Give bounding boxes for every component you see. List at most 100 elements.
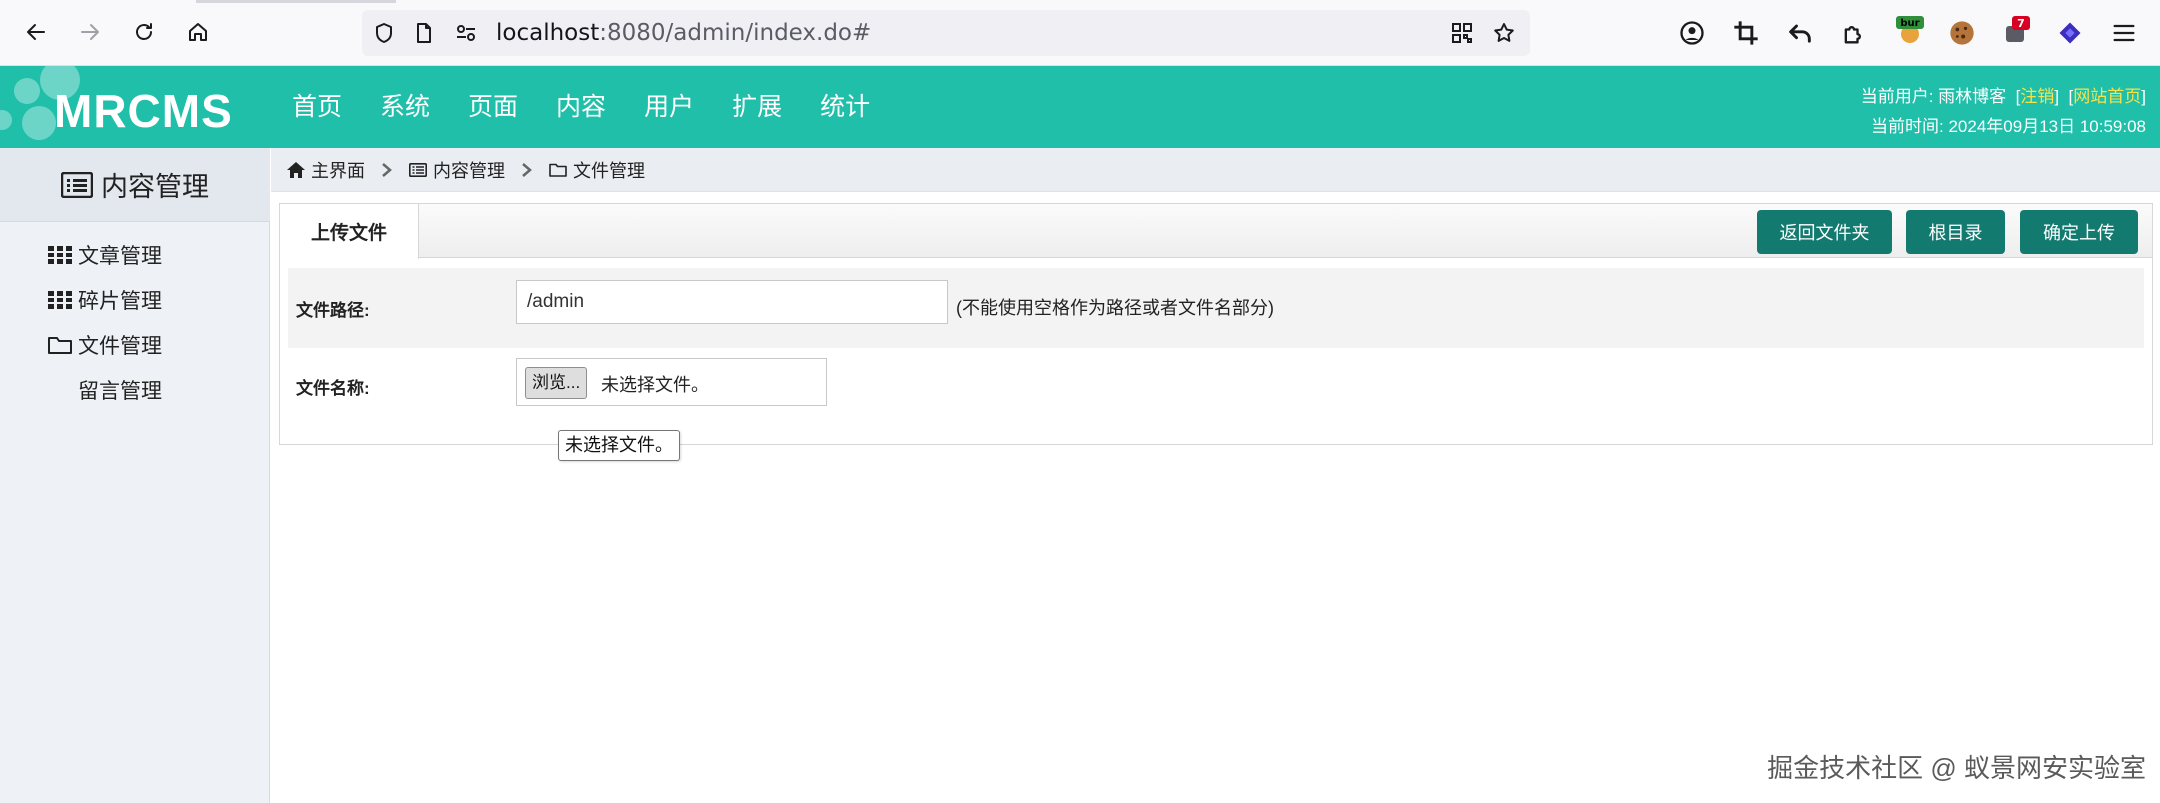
burp-extension-button[interactable]: bur (1894, 14, 1926, 46)
nav-item-stats[interactable]: 统计 (820, 66, 870, 148)
file-path-label: 文件路径: (296, 301, 370, 320)
nav-item-content[interactable]: 内容 (556, 66, 606, 148)
notification-badge: 7 (2017, 17, 2025, 30)
browse-button[interactable]: 浏览... (525, 367, 588, 399)
nav-item-pages[interactable]: 页面 (468, 66, 518, 148)
layers-extension-button[interactable] (2054, 17, 2086, 49)
browser-toolbar: localhost:8080/admin/index.do# bur 7 (0, 0, 2160, 66)
file-name-label: 文件名称: (296, 379, 370, 398)
breadcrumb-section[interactable]: 内容管理 (409, 157, 505, 183)
sidebar-title-text: 内容管理 (101, 172, 209, 202)
sidebar-item-label: 文章管理 (78, 245, 162, 268)
burp-badge: bur (1900, 18, 1919, 29)
account-button[interactable] (1676, 17, 1708, 49)
grid-icon (48, 245, 72, 265)
sidebar-title: 内容管理 (0, 148, 270, 222)
file-input-tooltip: 未选择文件。 (558, 430, 680, 461)
cookie-icon (1950, 21, 1974, 45)
chevron-right-icon (521, 162, 533, 178)
home-button[interactable] (180, 14, 216, 50)
breadcrumb-section-label: 内容管理 (433, 160, 505, 181)
layers-extension-icon (2059, 22, 2081, 44)
reload-button[interactable] (126, 14, 162, 50)
current-time: 当前时间: 2024年09月13日 10:59:08 (1871, 117, 2146, 136)
site-home-link[interactable]: 网站首页 (2073, 87, 2141, 106)
list-alt-icon (61, 171, 93, 198)
app-header: MRCMS 首页 系统 页面 内容 用户 扩展 统计 当前用户: 雨林博客 [注… (0, 66, 2160, 148)
watermark: 掘金技术社区 @ 蚁景网安实验室 (1767, 753, 2146, 783)
forward-arrow-icon (81, 24, 99, 40)
nav-item-users[interactable]: 用户 (644, 66, 694, 148)
sidebar-item-articles[interactable]: 文章管理 (48, 240, 162, 270)
back-button[interactable] (18, 14, 54, 50)
list-alt-icon (409, 162, 427, 177)
sidebar-item-files[interactable]: 文件管理 (48, 330, 162, 360)
file-input[interactable]: 浏览... 未选择文件。 (516, 358, 827, 406)
extensions-button[interactable] (1838, 17, 1870, 49)
nav-item-system[interactable]: 系统 (380, 66, 430, 148)
crop-icon (1734, 21, 1758, 45)
logo-bubble (14, 78, 40, 104)
address-bar[interactable]: localhost:8080/admin/index.do# (362, 10, 1530, 56)
url-text[interactable]: localhost:8080/admin/index.do# (496, 20, 871, 46)
breadcrumb-page: 文件管理 (549, 157, 645, 183)
back-arrow-icon (27, 24, 45, 40)
breadcrumb-home-label: 主界面 (311, 160, 365, 181)
sidebar-item-fragments[interactable]: 碎片管理 (48, 285, 162, 315)
notification-extension-icon: 7 (2006, 16, 2030, 42)
breadcrumb: 主界面 内容管理 文件管理 (271, 148, 2160, 192)
active-tab-indicator (196, 0, 396, 3)
burp-extension-icon: bur (1896, 16, 1924, 43)
home-icon (287, 161, 305, 178)
upload-panel: 上传文件 返回文件夹 根目录 确定上传 文件路径: /admin (不能使用空格… (279, 203, 2153, 445)
root-directory-button[interactable]: 根目录 (1906, 210, 2005, 254)
cookie-extension-button[interactable] (1946, 17, 1978, 49)
nav-item-extensions[interactable]: 扩展 (732, 66, 782, 148)
logo-bubble (22, 106, 56, 140)
permissions-icon[interactable] (454, 21, 478, 45)
account-icon (1680, 21, 1704, 45)
undo-icon (1789, 24, 1811, 43)
nav-item-home[interactable]: 首页 (292, 66, 342, 148)
forward-button[interactable] (72, 14, 108, 50)
tab-upload-file[interactable]: 上传文件 (280, 204, 419, 259)
url-path: :8080/admin/index.do# (599, 20, 872, 46)
qr-code-icon[interactable] (1450, 21, 1474, 45)
extensions-icon (1844, 26, 1861, 44)
bookmark-star-icon[interactable] (1492, 21, 1516, 45)
folder-icon (48, 335, 72, 355)
breadcrumb-home[interactable]: 主界面 (287, 157, 365, 183)
chevron-right-icon (381, 162, 393, 178)
main-nav: 首页 系统 页面 内容 用户 扩展 统计 (292, 66, 908, 148)
grid-icon (48, 290, 72, 310)
back-to-folder-button[interactable]: 返回文件夹 (1757, 210, 1892, 254)
file-path-input[interactable]: /admin (516, 280, 948, 324)
current-user: 当前用户: 雨林博客 (1860, 87, 2007, 106)
sidebar: 内容管理 文章管理 碎片管理 文件管理 留言管理 (0, 148, 270, 803)
sidebar-item-label: 留言管理 (78, 380, 162, 403)
file-path-hint: (不能使用空格作为路径或者文件名部分) (956, 298, 1274, 318)
folder-icon (549, 163, 567, 177)
user-info: 当前用户: 雨林博客 [注销] [网站首页] 当前时间: 2024年09月13日… (1861, 82, 2146, 142)
menu-icon (2113, 24, 2135, 42)
shield-icon[interactable] (372, 21, 396, 45)
file-name-row: 文件名称: 浏览... 未选择文件。 (288, 348, 2144, 428)
app-menu-button[interactable] (2108, 17, 2140, 49)
sidebar-item-messages[interactable]: 留言管理 (78, 375, 162, 405)
no-file-selected-text: 未选择文件。 (601, 375, 709, 395)
notification-extension-button[interactable]: 7 (2000, 14, 2032, 46)
file-path-row: 文件路径: /admin (不能使用空格作为路径或者文件名部分) (288, 268, 2144, 348)
panel-header: 上传文件 返回文件夹 根目录 确定上传 (280, 204, 2152, 259)
breadcrumb-page-label: 文件管理 (573, 160, 645, 181)
logout-link[interactable]: 注销 (2020, 87, 2054, 106)
page-icon[interactable] (412, 21, 436, 45)
logo[interactable]: MRCMS (54, 84, 233, 138)
confirm-upload-button[interactable]: 确定上传 (2020, 210, 2138, 254)
reload-icon (136, 23, 152, 40)
logo-bubble (0, 110, 12, 130)
crop-button[interactable] (1730, 17, 1762, 49)
home-icon (189, 23, 207, 41)
sidebar-item-label: 文件管理 (78, 335, 162, 358)
url-host: localhost (496, 20, 600, 46)
undo-button[interactable] (1784, 17, 1816, 49)
